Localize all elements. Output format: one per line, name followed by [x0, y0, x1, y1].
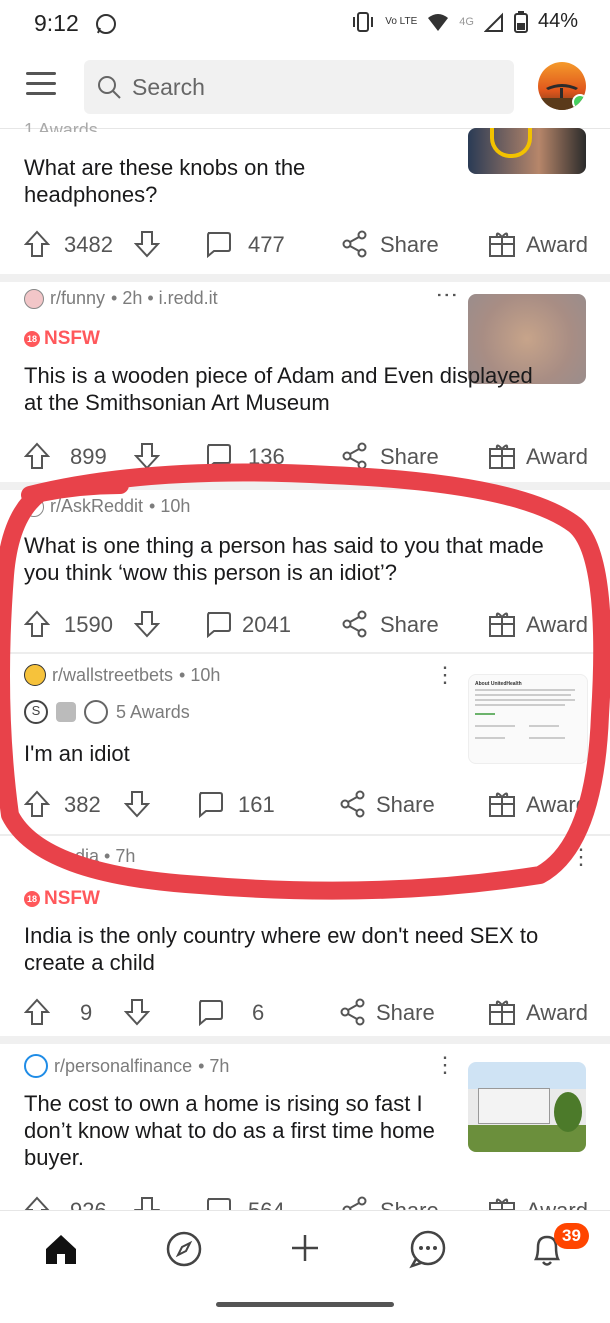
headphones-icon [490, 128, 532, 158]
volte-label: Vo LTE [385, 15, 418, 27]
more-options-icon[interactable]: ⋮ [434, 284, 460, 306]
battery-icon [513, 10, 528, 33]
app-header: Search [0, 50, 610, 129]
post-actions: 926 564 Share Award [24, 1196, 594, 1210]
house-icon [478, 1088, 550, 1124]
post-divider [0, 1036, 610, 1044]
user-avatar[interactable] [538, 62, 586, 110]
share-button[interactable]: Share [380, 232, 439, 258]
share-icon[interactable] [342, 1196, 368, 1210]
post-title[interactable]: India is the only country where ew don't… [24, 922, 584, 976]
tree-icon [554, 1092, 582, 1132]
subreddit-link[interactable]: r/funny [50, 288, 105, 309]
upvote-icon[interactable] [24, 998, 50, 1026]
notifications-badge: 39 [554, 1223, 589, 1249]
award-icon[interactable] [488, 1196, 516, 1210]
comment-count: 6 [252, 1000, 265, 1025]
share-button[interactable]: Share [380, 1198, 439, 1210]
annotation-circle [0, 463, 610, 900]
battery-percent: 44% [537, 10, 578, 32]
search-icon [98, 76, 121, 99]
award-button[interactable]: Award [526, 1000, 588, 1026]
create-post-icon[interactable] [290, 1233, 320, 1263]
share-button[interactable]: Share [376, 1000, 435, 1026]
status-bar: 9:12 Vo LTE 4G 44% [0, 0, 610, 48]
post-thumbnail[interactable] [468, 1062, 586, 1152]
nsfw-icon: 18 [24, 331, 40, 347]
network-label: 4G [459, 15, 474, 28]
post-header: r/personalfinance • 7h [24, 1054, 229, 1078]
post-divider [0, 274, 610, 282]
comment-icon[interactable] [204, 230, 232, 258]
subreddit-icon [24, 1054, 48, 1078]
share-icon[interactable] [342, 230, 368, 258]
vibrate-icon [353, 11, 374, 32]
post-meta: • 7h [198, 1055, 230, 1076]
downvote-icon[interactable] [134, 1196, 160, 1210]
post-card[interactable]: 1 Awards What are these knobs on the hea… [0, 120, 610, 274]
search-bar[interactable]: Search [84, 60, 514, 114]
status-time: 9:12 [34, 10, 79, 36]
chat-icon[interactable] [408, 1229, 448, 1269]
award-button[interactable]: Award [526, 232, 588, 258]
award-icon[interactable] [488, 230, 516, 258]
comment-count: 564 [248, 1198, 285, 1210]
status-icons: Vo LTE 4G 44% [351, 10, 578, 33]
post-card[interactable]: r/personalfinance • 7h ⋮ The cost to own… [0, 1044, 610, 1210]
award-icon[interactable] [488, 998, 516, 1026]
menu-icon[interactable] [26, 72, 56, 98]
comment-icon[interactable] [196, 998, 224, 1026]
more-options-icon[interactable]: ⋮ [434, 1052, 456, 1078]
wifi-icon [428, 13, 449, 31]
post-actions: 9 6 Share Award [24, 998, 594, 1028]
upvote-count: 3482 [64, 232, 113, 257]
online-indicator [572, 94, 586, 110]
post-title[interactable]: What are these knobs on the headphones? [24, 154, 444, 208]
subreddit-icon [24, 288, 44, 309]
nsfw-label: NSFW [44, 328, 100, 349]
post-card[interactable]: r/funny • 2h • i.redd.it ⋮ 18 NSFW This … [0, 282, 610, 480]
whatsapp-icon [96, 14, 116, 34]
discover-icon[interactable] [166, 1231, 202, 1267]
home-icon[interactable] [44, 1233, 78, 1265]
downvote-icon[interactable] [134, 230, 160, 258]
subreddit-link[interactable]: r/personalfinance [54, 1056, 192, 1077]
comment-icon[interactable] [204, 1196, 232, 1210]
share-icon[interactable] [340, 998, 366, 1026]
award-button[interactable]: Award [526, 1198, 588, 1210]
post-thumbnail[interactable] [468, 128, 586, 174]
post-awards-partial: 1 Awards [24, 120, 98, 132]
downvote-icon[interactable] [124, 998, 150, 1026]
post-title[interactable]: The cost to own a home is rising so fast… [24, 1090, 454, 1171]
upvote-count: 9 [80, 1000, 93, 1025]
post-actions: 3482 477 Share Award [24, 230, 594, 260]
nsfw-tag: 18 NSFW [24, 328, 100, 350]
signal-icon [483, 12, 503, 32]
comment-count: 477 [248, 232, 285, 257]
gesture-home-bar[interactable] [216, 1302, 394, 1307]
post-header: r/funny • 2h • i.redd.it [24, 288, 218, 309]
upvote-icon[interactable] [24, 1196, 50, 1210]
post-meta: • 2h • i.redd.it [111, 288, 218, 308]
post-title[interactable]: This is a wooden piece of Adam and Even … [24, 362, 544, 416]
upvote-icon[interactable] [24, 230, 50, 258]
search-placeholder: Search [132, 74, 205, 100]
upvote-count: 926 [70, 1198, 107, 1210]
